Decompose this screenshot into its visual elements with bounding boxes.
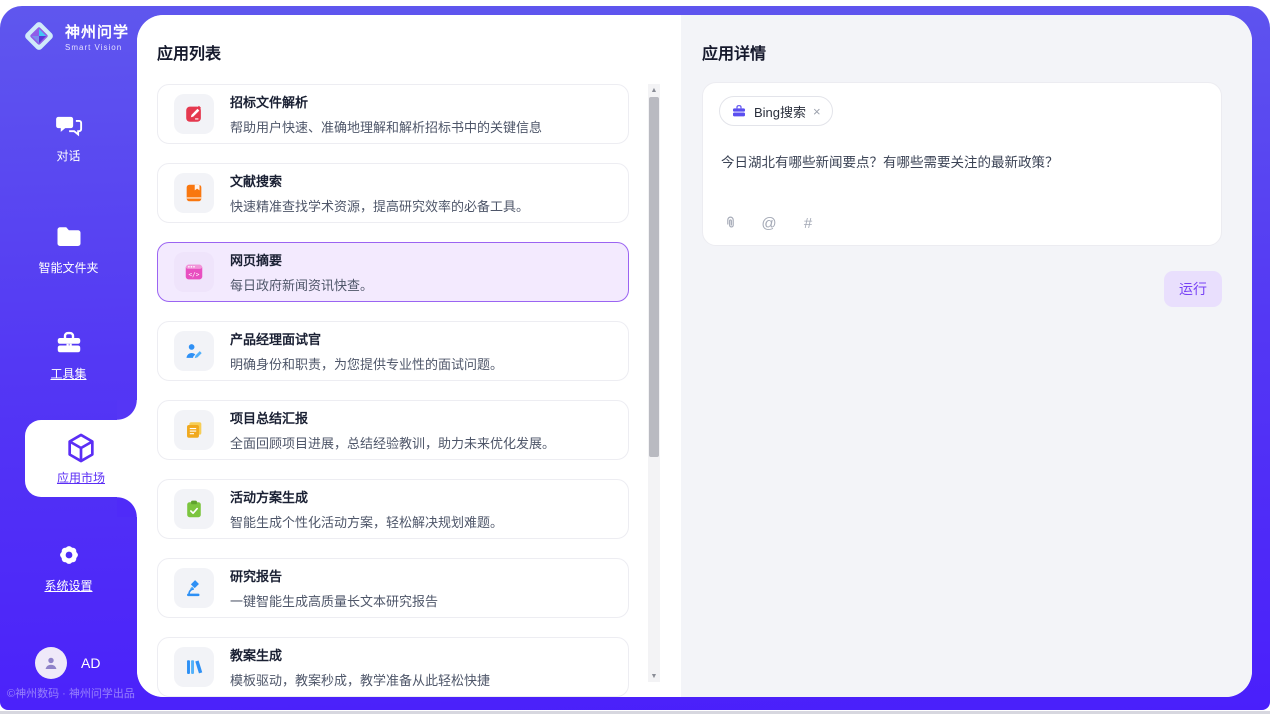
app-card-name: 教案生成 [230, 645, 490, 664]
chat-icon [54, 110, 84, 140]
app-card-desc: 快速精准查找学术资源，提高研究效率的必备工具。 [230, 196, 529, 215]
person-icon [42, 654, 60, 672]
app-card[interactable]: 教案生成模板驱动，教案秒成，教学准备从此轻松快捷 [157, 637, 629, 697]
gear-icon [54, 540, 84, 570]
app-card[interactable]: 研究报告一键智能生成高质量长文本研究报告 [157, 558, 629, 618]
folder-icon [54, 222, 84, 252]
book-icon [183, 182, 205, 204]
purple-frame: 神州问学 Smart Vision 对话智能文件夹工具集应用市场系统设置 AD … [0, 6, 1270, 710]
app-icon-tile [174, 489, 214, 529]
tool-tag-close-icon[interactable]: × [813, 105, 821, 118]
user-name: AD [81, 655, 100, 671]
brand-name: 神州问学 [65, 21, 129, 42]
user-account[interactable]: AD [35, 647, 100, 679]
app-card-name: 文献搜索 [230, 171, 529, 190]
scrollbar-up-arrow[interactable]: ▲ [648, 84, 660, 96]
app-card-texts: 教案生成模板驱动，教案秒成，教学准备从此轻松快捷 [230, 645, 490, 689]
app-detail-title: 应用详情 [702, 40, 766, 64]
person-writing-icon [183, 340, 205, 362]
app-list-title: 应用列表 [157, 40, 221, 64]
brand-subtitle: Smart Vision [65, 43, 129, 52]
app-card-desc: 明确身份和职责，为您提供专业性的面试问题。 [230, 354, 503, 373]
sidebar: 神州问学 Smart Vision 对话智能文件夹工具集应用市场系统设置 AD … [0, 6, 137, 710]
scrollbar-thumb[interactable] [649, 97, 659, 457]
app-card-texts: 活动方案生成智能生成个性化活动方案，轻松解决规划难题。 [230, 487, 503, 531]
cube-icon [64, 431, 98, 465]
blob-corner-bottom [117, 497, 137, 517]
app-card-name: 研究报告 [230, 566, 438, 585]
prompt-text[interactable]: 今日湖北有哪些新闻要点？有哪些需要关注的最新政策？ [721, 151, 1205, 171]
sidebar-item-3[interactable]: 工具集 [0, 328, 137, 382]
content-area: 应用列表 招标文件解析帮助用户快速、准确地理解和解析招标书中的关键信息文献搜索快… [137, 15, 1252, 697]
app-card-texts: 招标文件解析帮助用户快速、准确地理解和解析招标书中的关键信息 [230, 92, 542, 136]
app-card-name: 产品经理面试官 [230, 329, 503, 348]
app-card-name: 招标文件解析 [230, 92, 542, 111]
app-icon-tile [174, 568, 214, 608]
svg-text:</>: </> [189, 271, 200, 278]
hash-icon[interactable]: # [799, 214, 817, 232]
paperclip-icon[interactable] [721, 214, 739, 232]
copyright-text: ©神州数码 · 神州问学出品 [7, 685, 135, 701]
sidebar-item-label: 应用市场 [57, 469, 105, 486]
app-icon-tile [174, 94, 214, 134]
app-icon-tile [174, 331, 214, 371]
app-detail-panel: 应用详情 Bing搜索 × 今日湖北有哪些新闻要点？ [681, 15, 1252, 697]
app-card-desc: 智能生成个性化活动方案，轻松解决规划难题。 [230, 512, 503, 531]
sidebar-item-4-active[interactable]: 应用市场 [25, 420, 137, 497]
sidebar-item-label: 系统设置 [44, 577, 92, 594]
app-card[interactable]: 项目总结汇报全面回顾项目进展，总结经验教训，助力未来优化发展。 [157, 400, 629, 460]
mention-icon[interactable]: @ [760, 214, 778, 232]
app-icon-tile [174, 647, 214, 687]
app-card-name: 项目总结汇报 [230, 408, 555, 427]
sidebar-item-label: 智能文件夹 [38, 259, 98, 276]
sidebar-item-label: 工具集 [50, 365, 86, 382]
gem-diamond-icon [20, 17, 58, 55]
app-card-name: 活动方案生成 [230, 487, 503, 506]
app-card-desc: 每日政府新闻资讯快查。 [230, 275, 373, 294]
app-card-desc: 模板驱动，教案秒成，教学准备从此轻松快捷 [230, 670, 490, 689]
app-icon-tile: </> [174, 252, 214, 292]
tool-tag-bing[interactable]: Bing搜索 × [719, 96, 833, 126]
app-card-texts: 项目总结汇报全面回顾项目进展，总结经验教训，助力未来优化发展。 [230, 408, 555, 452]
app-icon-tile [174, 410, 214, 450]
scrollbar-down-arrow[interactable]: ▼ [648, 670, 660, 682]
brand-logo: 神州问学 Smart Vision [20, 17, 129, 55]
avatar[interactable] [35, 647, 67, 679]
app-card[interactable]: 产品经理面试官明确身份和职责，为您提供专业性的面试问题。 [157, 321, 629, 381]
prompt-toolbar: @# [721, 214, 817, 232]
scrollbar[interactable]: ▲ ▼ [648, 84, 660, 682]
clipboard-check-icon [183, 498, 205, 520]
app-card[interactable]: 文献搜索快速精准查找学术资源，提高研究效率的必备工具。 [157, 163, 629, 223]
app-card[interactable]: 活动方案生成智能生成个性化活动方案，轻松解决规划难题。 [157, 479, 629, 539]
app-window: 神州问学 Smart Vision 对话智能文件夹工具集应用市场系统设置 AD … [0, 0, 1270, 714]
app-card-desc: 一键智能生成高质量长文本研究报告 [230, 591, 438, 610]
app-card-desc: 全面回顾项目进展，总结经验教训，助力未来优化发展。 [230, 433, 555, 452]
books-icon [183, 656, 205, 678]
sidebar-item-label: 对话 [56, 147, 80, 164]
app-card-name: 网页摘要 [230, 250, 373, 269]
toolbox-icon [54, 328, 84, 358]
notes-stack-icon [183, 419, 205, 441]
app-list-panel: 应用列表 招标文件解析帮助用户快速、准确地理解和解析招标书中的关键信息文献搜索快… [137, 15, 681, 697]
edit-document-icon [183, 103, 205, 125]
prompt-card[interactable]: Bing搜索 × 今日湖北有哪些新闻要点？有哪些需要关注的最新政策？ @# [702, 82, 1222, 246]
app-card-texts: 产品经理面试官明确身份和职责，为您提供专业性的面试问题。 [230, 329, 503, 373]
app-card[interactable]: 招标文件解析帮助用户快速、准确地理解和解析招标书中的关键信息 [157, 84, 629, 144]
run-button[interactable]: 运行 [1164, 271, 1222, 307]
blob-corner-top [117, 400, 137, 420]
app-card[interactable]: </> 网页摘要每日政府新闻资讯快查。 [157, 242, 629, 302]
tool-tag-label: Bing搜索 [754, 102, 806, 121]
app-icon-tile [174, 173, 214, 213]
app-card-texts: 文献搜索快速精准查找学术资源，提高研究效率的必备工具。 [230, 171, 529, 215]
sidebar-item-2[interactable]: 智能文件夹 [0, 222, 137, 276]
sidebar-item-1[interactable]: 对话 [0, 110, 137, 164]
sidebar-item-5[interactable]: 系统设置 [0, 540, 137, 594]
briefcase-icon [731, 103, 747, 119]
browser-code-icon: </> [183, 261, 205, 283]
app-card-list: 招标文件解析帮助用户快速、准确地理解和解析招标书中的关键信息文献搜索快速精准查找… [157, 84, 629, 697]
microscope-icon [183, 577, 205, 599]
app-card-texts: 网页摘要每日政府新闻资讯快查。 [230, 250, 373, 294]
app-card-texts: 研究报告一键智能生成高质量长文本研究报告 [230, 566, 438, 610]
app-card-desc: 帮助用户快速、准确地理解和解析招标书中的关键信息 [230, 117, 542, 136]
